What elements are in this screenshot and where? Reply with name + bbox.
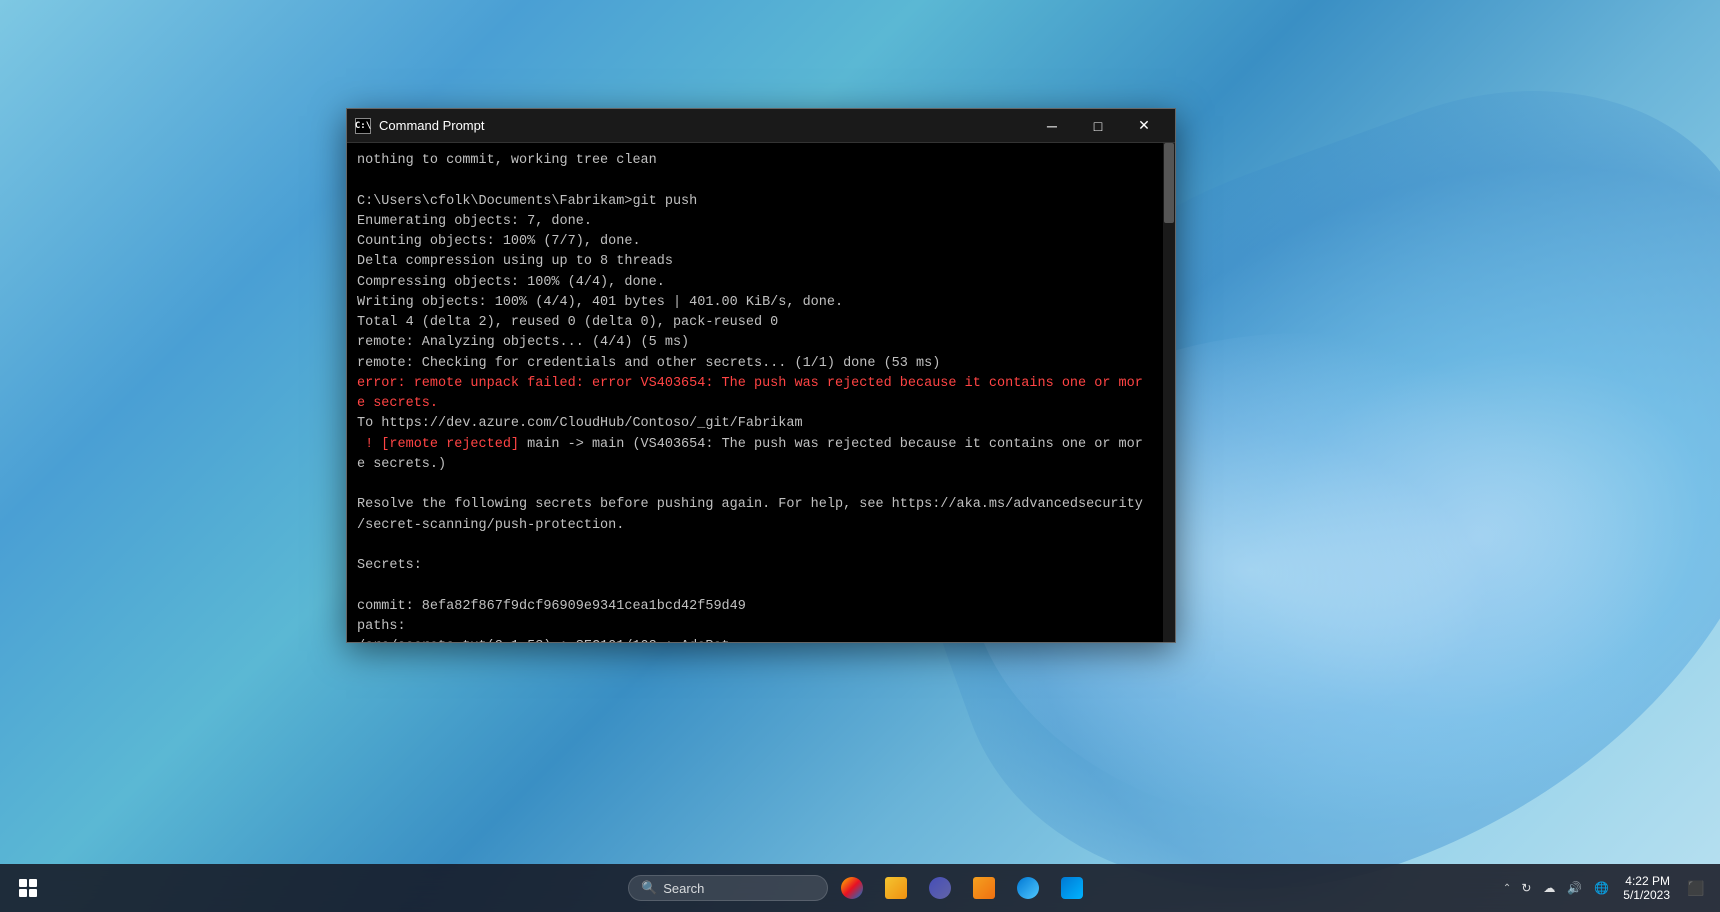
terminal-line-6: Compressing objects: 100% (4/4), done.	[357, 275, 665, 290]
teams-icon	[929, 877, 951, 899]
taskbar-file-explorer-app[interactable]	[876, 868, 916, 908]
photos-icon	[841, 877, 863, 899]
terminal-line-rejected: ! [remote rejected] main -> main (VS4036…	[357, 437, 1143, 472]
search-icon: 🔍	[641, 880, 657, 896]
system-clock[interactable]: 4:22 PM 5/1/2023	[1617, 872, 1676, 905]
start-icon-q3	[19, 889, 27, 897]
taskbar-photos-app[interactable]	[832, 868, 872, 908]
volume-tray-icon[interactable]: 🔊	[1563, 879, 1586, 897]
taskbar-teams-app[interactable]	[920, 868, 960, 908]
taskbar-edge-app[interactable]	[1008, 868, 1048, 908]
taskbar-search[interactable]: 🔍 Search	[628, 875, 828, 901]
scrollbar-track[interactable]	[1163, 143, 1175, 642]
terminal-line-1: nothing to commit, working tree clean	[357, 153, 657, 168]
cmd-titlebar-left: C:\ Command Prompt	[355, 118, 484, 134]
cmd-terminal-content[interactable]: nothing to commit, working tree clean C:…	[347, 143, 1175, 642]
cmd-app-icon: C:\	[355, 118, 371, 134]
terminal-line-3: Enumerating objects: 7, done.	[357, 214, 592, 229]
terminal-line-9: remote: Analyzing objects... (4/4) (5 ms…	[357, 335, 689, 350]
terminal-line-10: remote: Checking for credentials and oth…	[357, 356, 940, 371]
terminal-line-5: Delta compression using up to 8 threads	[357, 254, 673, 269]
terminal-line-15: paths:	[357, 619, 406, 634]
terminal-line-8: Total 4 (delta 2), reused 0 (delta 0), p…	[357, 315, 778, 330]
terminal-line-16: /src/secrets.txt(2,1-53) : SEC101/102 : …	[357, 639, 730, 642]
cmd-title: Command Prompt	[379, 118, 484, 133]
start-button[interactable]	[8, 868, 48, 908]
taskbar-center: 🔍 Search	[628, 868, 1092, 908]
terminal-line-14: commit: 8efa82f867f9dcf96909e9341cea1bcd…	[357, 599, 746, 614]
clock-date: 5/1/2023	[1623, 888, 1670, 902]
refresh-tray-icon[interactable]: ↻	[1517, 879, 1535, 897]
start-icon-q2	[29, 879, 37, 887]
terminal-line-4: Counting objects: 100% (7/7), done.	[357, 234, 641, 249]
system-tray-chevron[interactable]: ⌃	[1501, 881, 1513, 896]
search-label: Search	[663, 881, 704, 896]
maximize-button[interactable]: □	[1075, 111, 1121, 141]
cmd-window-controls: ─ □ ✕	[1029, 111, 1167, 141]
taskbar-right: ⌃ ↻ ☁ 🔊 🌐 4:22 PM 5/1/2023 ⬛	[1501, 872, 1720, 905]
taskbar-file-manager-app[interactable]	[964, 868, 1004, 908]
terminal-line-12: Resolve the following secrets before pus…	[357, 497, 1143, 532]
file-explorer-icon	[885, 877, 907, 899]
notification-center-button[interactable]: ⬛	[1680, 872, 1712, 904]
terminal-line-2: C:\Users\cfolk\Documents\Fabrikam>git pu…	[357, 194, 697, 209]
minimize-button[interactable]: ─	[1029, 111, 1075, 141]
close-button[interactable]: ✕	[1121, 111, 1167, 141]
taskbar-store-app[interactable]	[1052, 868, 1092, 908]
terminal-line-7: Writing objects: 100% (4/4), 401 bytes |…	[357, 295, 843, 310]
terminal-error-1: error: remote unpack failed: error VS403…	[357, 376, 1143, 411]
desktop: C:\ Command Prompt ─ □ ✕ nothing to comm…	[0, 0, 1720, 912]
cloud-tray-icon[interactable]: ☁	[1539, 879, 1559, 897]
notification-icon: ⬛	[1687, 880, 1704, 897]
windows-start-icon	[19, 879, 37, 897]
start-icon-q4	[29, 889, 37, 897]
cmd-window: C:\ Command Prompt ─ □ ✕ nothing to comm…	[346, 108, 1176, 643]
file-manager-icon	[973, 877, 995, 899]
clock-time: 4:22 PM	[1625, 874, 1670, 888]
edge-icon	[1017, 877, 1039, 899]
taskbar: 🔍 Search	[0, 864, 1720, 912]
terminal-line-11: To https://dev.azure.com/CloudHub/Contos…	[357, 416, 803, 431]
scrollbar-thumb[interactable]	[1164, 143, 1174, 223]
cmd-titlebar: C:\ Command Prompt ─ □ ✕	[347, 109, 1175, 143]
taskbar-left	[0, 868, 48, 908]
terminal-line-13: Secrets:	[357, 558, 422, 573]
store-icon	[1061, 877, 1083, 899]
network-tray-icon[interactable]: 🌐	[1590, 879, 1613, 897]
start-icon-q1	[19, 879, 27, 887]
